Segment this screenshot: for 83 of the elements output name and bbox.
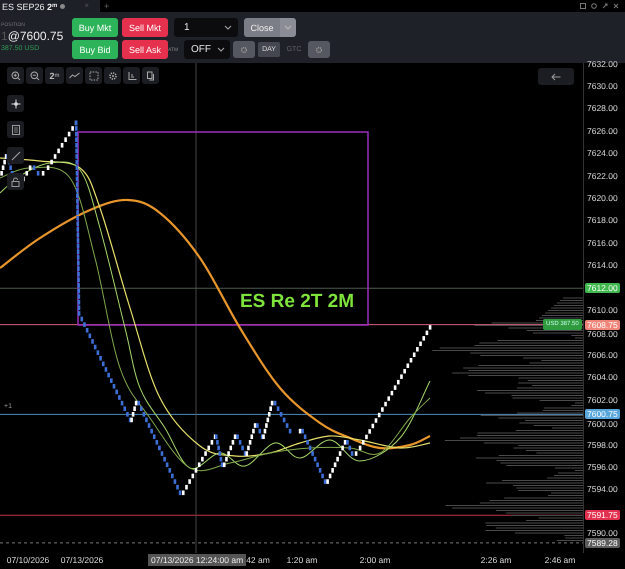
price-axis-label: 7626.00 [587,126,618,136]
sell-order-button[interactable]: Sell Ask [122,40,168,59]
chart-tab[interactable]: ES SEP26 2$^{m}$ × [0,0,100,12]
back-button[interactable] [538,68,574,85]
notepad-icon [12,124,20,134]
selection-button[interactable] [85,67,102,84]
settings-button[interactable] [104,67,121,84]
time-axis-label: 07/10/2026 [6,555,50,565]
price-axis-label: 7618.00 [587,216,618,226]
rectangle-drawing[interactable] [77,131,369,326]
price-axis-label: 7632.00 [587,60,618,68]
price-label: 7612.00 [585,283,620,294]
tab-close-button[interactable]: × [84,1,90,11]
settings-icon [108,70,118,80]
price-label: 7608.75 [585,320,620,330]
chart-type-button[interactable] [66,67,83,84]
new-tab-button[interactable]: + [104,1,110,11]
crosshair-icon [10,98,20,108]
line-chart-icon [69,72,80,79]
crosshair-tool-button[interactable] [7,95,24,112]
price-axis-label: 7598.00 [587,440,618,450]
time-axis-label: 2:46 am [544,555,576,565]
time-axis-label: 2:00 am [360,555,390,565]
time-axis-label: 1:20 am [286,555,318,565]
order-settings-button[interactable] [308,41,330,58]
price-axis-label: 7616.00 [587,238,618,248]
notes-tool-button[interactable] [7,121,24,138]
axis-button[interactable] [123,67,140,84]
chart-annotation-text: ES Re 2T 2M [240,291,354,313]
price-axis-label: 7608.00 [587,330,618,340]
zoom-out-button[interactable] [26,67,43,84]
time-axis-label: 07/13/2026 [60,555,104,565]
buy-order-button[interactable]: Buy Mkt [72,18,118,37]
chevron-down-icon [217,47,225,52]
selection-icon [88,70,98,80]
price-axis-label: 7606.00 [587,350,618,360]
quantity-select[interactable]: 1 [174,18,238,37]
price-axis-label: 7600.00 [587,420,618,429]
settings-icon [240,46,248,54]
price-axis-label: 7590.00 [587,528,618,538]
position-price: @7600.75 [8,29,64,43]
interval-button[interactable]: 2$^{m}$ [45,67,64,84]
chevron-down-icon [224,25,232,30]
line-tool-button[interactable] [7,147,24,164]
pen-line-icon [10,150,20,160]
buy-order-button[interactable]: Buy Bid [72,40,118,59]
popout-icon[interactable] [602,3,608,9]
refresh-icon[interactable] [591,3,597,9]
zoom-in-icon [10,70,20,80]
axis-icon [126,70,136,80]
price-axis-label: 7614.00 [587,261,618,270]
price-axis-label: 7622.00 [587,172,618,181]
atm-select[interactable]: OFF [184,40,230,59]
atm-settings-button[interactable] [233,41,255,58]
zoom-out-icon [30,70,40,80]
price-axis-label: 7620.00 [587,194,618,204]
zoom-in-button[interactable] [7,67,24,84]
tab-title: ES SEP26 2$^{m}$ [2,0,58,12]
time-axis-label: 42 am [246,555,270,565]
price-axis-label: 7628.00 [587,104,618,114]
price-axis-label: 7610.00 [587,306,618,316]
price-label: 7591.75 [585,510,620,520]
price-axis-label: 7630.00 [587,82,618,91]
sell-order-button[interactable]: Sell Mkt [122,18,168,37]
close-icon[interactable] [613,3,619,9]
price-axis-label: 7602.00 [587,396,618,405]
chevron-down-icon [284,25,292,30]
price-label: 7600.75 [585,409,620,420]
settings-icon [315,46,323,54]
lock-icon [11,176,20,186]
time-axis-label: 2:26 am [480,555,512,565]
copy-button[interactable] [142,67,159,84]
price-axis-label: 7624.00 [587,149,618,158]
status-dot-icon [60,4,66,8]
price-label: 7589.28 [585,538,620,548]
price-axis-label: 7594.00 [587,485,618,494]
copy-icon [146,70,156,80]
close-position-button[interactable]: Close [244,18,280,37]
crosshair-time-label: 07/13/2026 12:24:00 am [148,554,246,566]
lock-button[interactable] [7,173,24,190]
price-axis-label: 7604.00 [587,373,618,382]
arrow-left-icon [551,72,561,80]
price-axis-label: 7596.00 [587,463,618,472]
